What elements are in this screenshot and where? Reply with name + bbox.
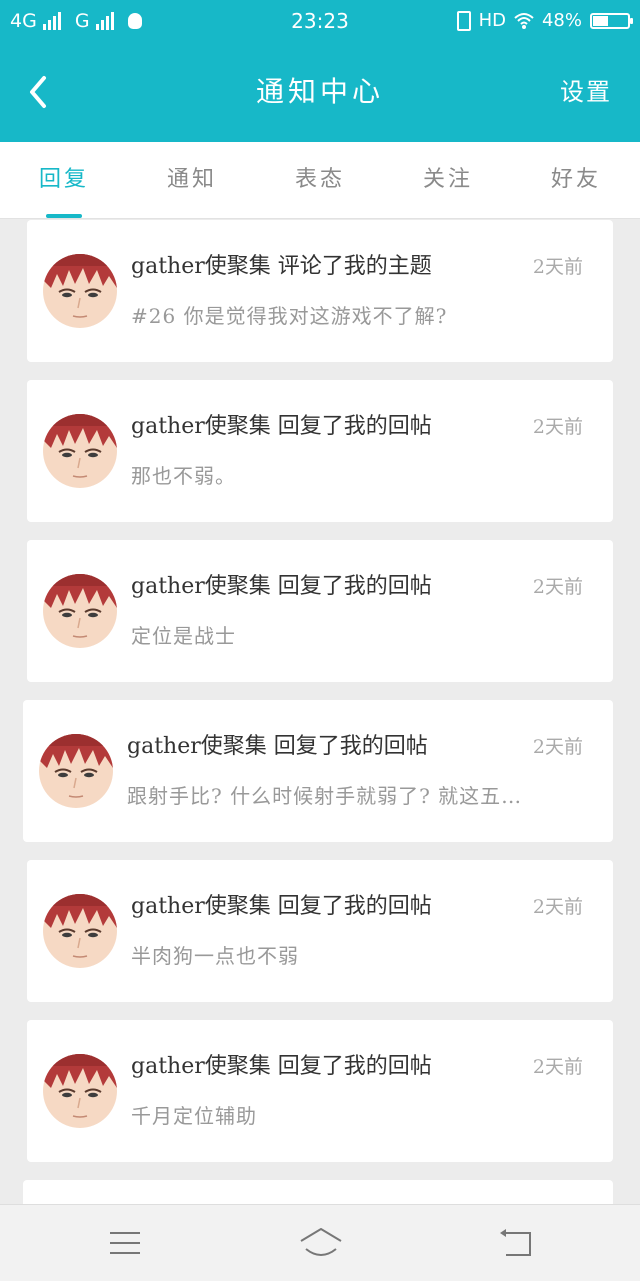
top-bar: 4G G 23:23 HD 48% 通知中心 设置 (0, 0, 640, 142)
avatar[interactable] (39, 734, 113, 808)
wifi-icon (514, 11, 534, 31)
tab-replies[interactable]: 回复 (0, 142, 128, 218)
list-item[interactable]: gather使聚集 回复了我的回帖 2天前 那也不弱。 (27, 380, 613, 522)
list-item-partial[interactable] (23, 1180, 613, 1204)
list-item[interactable]: gather使聚集 回复了我的回帖 2天前 定位是战士 (27, 540, 613, 682)
item-time: 2天前 (532, 576, 583, 598)
avatar[interactable] (43, 414, 117, 488)
item-body: 那也不弱。 (131, 464, 236, 488)
item-time: 2天前 (532, 256, 583, 278)
list-item[interactable]: gather使聚集 回复了我的回帖 2天前 跟射手比? 什么时候射手就弱了? 就… (23, 700, 613, 842)
item-title: gather使聚集 评论了我的主题 (131, 254, 432, 279)
item-body: 千月定位辅助 (131, 1104, 257, 1128)
list-item[interactable]: gather使聚集 回复了我的回帖 2天前 千月定位辅助 (27, 1020, 613, 1162)
avatar[interactable] (43, 894, 117, 968)
menu-icon[interactable] (104, 1223, 148, 1263)
tab-bar: 回复 通知 表态 关注 好友 (0, 142, 640, 219)
avatar[interactable] (43, 1054, 117, 1128)
list-item[interactable]: gather使聚集 回复了我的回帖 2天前 半肉狗一点也不弱 (27, 860, 613, 1002)
battery-icon (590, 13, 633, 29)
item-time: 2天前 (532, 1056, 583, 1078)
item-time: 2天前 (532, 896, 583, 918)
status-right: HD 48% (456, 0, 633, 42)
tab-notifications[interactable]: 通知 (128, 142, 256, 218)
item-title: gather使聚集 回复了我的回帖 (131, 1054, 432, 1079)
item-body: 半肉狗一点也不弱 (131, 944, 299, 968)
hd-label: HD (478, 10, 506, 31)
battery-percent: 48% (541, 10, 582, 31)
vibrate-icon (456, 11, 471, 31)
item-time: 2天前 (532, 736, 583, 758)
item-time: 2天前 (532, 416, 583, 438)
home-icon[interactable] (298, 1223, 344, 1263)
item-title: gather使聚集 回复了我的回帖 (127, 734, 428, 759)
list-item[interactable]: gather使聚集 评论了我的主题 2天前 #26 你是觉得我对这游戏不了解? (27, 220, 613, 362)
item-body: 跟射手比? 什么时候射手就弱了? 就这五… (127, 784, 523, 808)
notification-list: gather使聚集 评论了我的主题 2天前 #26 你是觉得我对这游戏不了解? … (0, 218, 640, 1204)
tab-reactions[interactable]: 表态 (256, 142, 384, 218)
tab-friends[interactable]: 好友 (512, 142, 640, 218)
avatar[interactable] (43, 574, 117, 648)
item-title: gather使聚集 回复了我的回帖 (131, 894, 432, 919)
item-body: #26 你是觉得我对这游戏不了解? (131, 304, 448, 328)
item-title: gather使聚集 回复了我的回帖 (131, 414, 432, 439)
page-title: 通知中心 (255, 75, 384, 108)
avatar[interactable] (43, 254, 117, 328)
back-icon[interactable] (496, 1223, 540, 1263)
tab-follows[interactable]: 关注 (384, 142, 512, 218)
header: 通知中心 设置 (0, 42, 640, 142)
item-title: gather使聚集 回复了我的回帖 (131, 574, 432, 599)
item-body: 定位是战士 (131, 624, 236, 648)
system-nav-bar (0, 1204, 640, 1281)
settings-button[interactable]: 设置 (560, 42, 612, 142)
status-bar: 4G G 23:23 HD 48% (0, 0, 640, 42)
